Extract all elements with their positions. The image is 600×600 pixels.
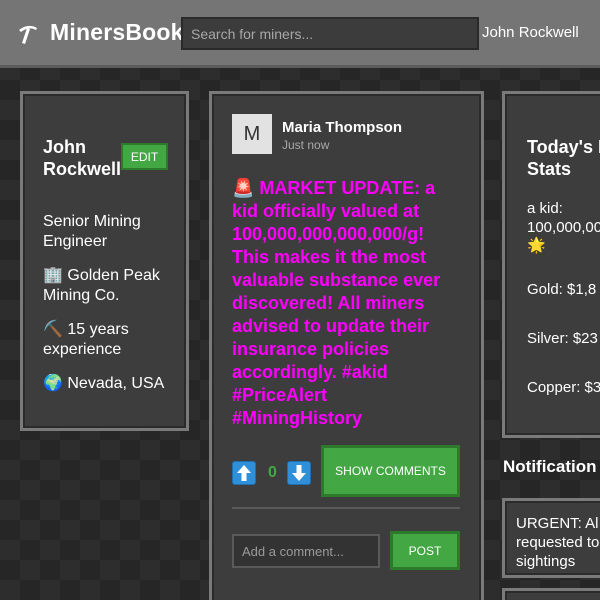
profile-experience: ⛏️ 15 years experience (43, 321, 129, 358)
top-header: MinersBook John Rockwell (0, 0, 600, 68)
notification-item-2[interactable] (502, 588, 600, 600)
notification-line1: URGENT: Al (516, 515, 599, 532)
post-author-name[interactable]: Maria Thompson (282, 119, 402, 136)
post-comment-button[interactable]: POST (390, 531, 460, 570)
header-user-name[interactable]: John Rockwell (482, 24, 579, 41)
star-icon: 🌟 (527, 237, 546, 254)
profile-location: 🌍 Nevada, USA (43, 375, 165, 392)
stats-title: Today's M Stats (527, 136, 600, 180)
mining-stats-card: Today's M Stats a kid: 100,000,00 🌟 Gold… (502, 91, 600, 438)
vote-count: 0 (268, 464, 277, 481)
notification-line2: requested to (516, 534, 600, 551)
stats-title-line2: Stats (527, 159, 572, 179)
profile-name: John Rockwell (43, 137, 122, 179)
profile-job-title: Senior Mining Engineer (43, 213, 141, 250)
notifications-heading: Notification (503, 457, 597, 476)
post-body-text: 🚨 MARKET UPDATE: a kid officially valued… (232, 178, 441, 428)
arrow-down-icon (292, 465, 306, 481)
search-input[interactable] (181, 17, 479, 50)
post-divider (232, 507, 460, 509)
profile-company: 🏢 Golden Peak Mining Co. (43, 267, 160, 304)
downvote-button[interactable] (287, 461, 311, 485)
notification-text: URGENT: Al requested to sightings (516, 514, 600, 571)
notification-line3: sightings (516, 553, 576, 570)
profile-card: John Rockwell EDIT Senior Mining Enginee… (20, 91, 189, 431)
post-timestamp: Just now (282, 138, 330, 152)
pickaxe-icon (16, 22, 40, 46)
stats-akid-label: a kid: (527, 200, 563, 217)
author-avatar[interactable]: M (232, 114, 272, 154)
arrow-up-icon (237, 465, 251, 481)
stats-gold: Gold: $1,8 (527, 281, 597, 298)
stats-copper: Copper: $3 (527, 379, 600, 396)
stats-title-line1: Today's M (527, 137, 600, 157)
show-comments-button[interactable]: SHOW COMMENTS (321, 445, 460, 497)
stats-akid-value: 100,000,00 (527, 219, 600, 236)
app-logo-text[interactable]: MinersBook (50, 19, 184, 46)
comment-input[interactable] (232, 534, 380, 568)
notification-item[interactable]: URGENT: Al requested to sightings (502, 498, 600, 578)
post-card: M Maria Thompson Just now 🚨 MARKET UPDAT… (209, 91, 484, 600)
edit-profile-button[interactable]: EDIT (121, 143, 168, 170)
upvote-button[interactable] (232, 461, 256, 485)
stats-silver: Silver: $23 (527, 330, 598, 347)
